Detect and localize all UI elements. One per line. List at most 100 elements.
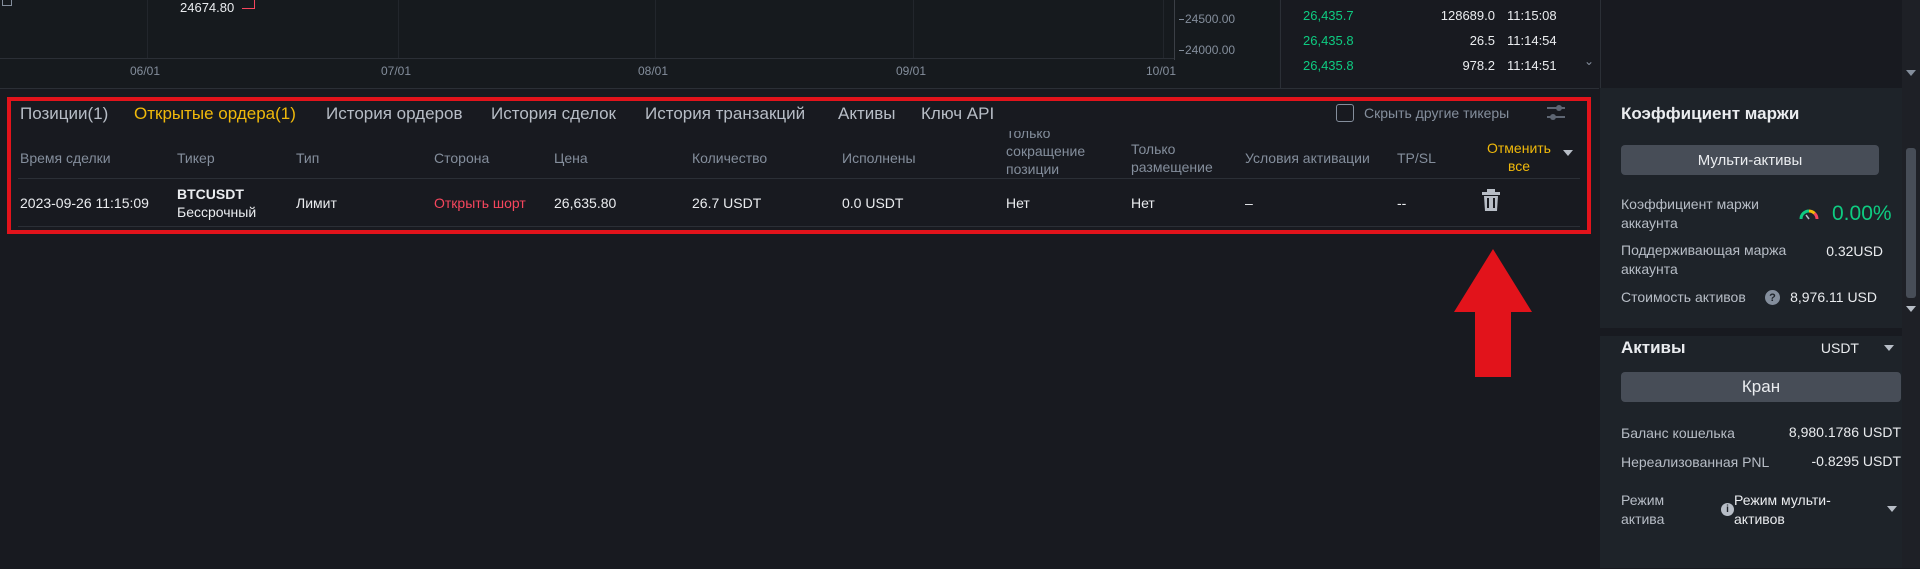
order-tpsl: -- bbox=[1397, 195, 1407, 211]
tab-open-orders[interactable]: Открытые ордера(1) bbox=[134, 104, 296, 124]
header-reduce-only: Только сокращение позиции bbox=[1006, 131, 1085, 178]
settings-sliders-icon[interactable] bbox=[1545, 102, 1567, 124]
trade-row: 26,435.8 26.5 11:14:54 bbox=[1281, 29, 1600, 53]
assets-currency-select[interactable]: USDT bbox=[1821, 340, 1859, 356]
order-trigger: – bbox=[1245, 195, 1253, 211]
trash-icon[interactable] bbox=[1481, 189, 1501, 211]
scrollbar[interactable] bbox=[1902, 0, 1920, 88]
unrealized-pnl-value: -0.8295 USDT bbox=[1811, 453, 1901, 469]
header-price: Цена bbox=[554, 150, 588, 166]
x-tick-label: 09/01 bbox=[896, 64, 927, 78]
y-tick-mark bbox=[1179, 19, 1184, 20]
section-divider bbox=[1600, 328, 1902, 336]
order-contract-type: Бессрочный bbox=[177, 204, 257, 220]
info-icon[interactable]: i bbox=[1721, 503, 1734, 516]
order-ticker[interactable]: BTCUSDT bbox=[177, 185, 244, 203]
header-time: Время сделки bbox=[20, 150, 111, 166]
header-reduce-only-line: позиции bbox=[1006, 161, 1060, 177]
tab-positions[interactable]: Позиции(1) bbox=[20, 104, 108, 124]
tab-api-key[interactable]: Ключ API bbox=[921, 104, 994, 124]
trade-price: 26,435.8 bbox=[1303, 58, 1354, 73]
chevron-down-icon[interactable] bbox=[1884, 345, 1894, 351]
x-tick-label: 08/01 bbox=[638, 64, 669, 78]
grid-line bbox=[1163, 0, 1164, 58]
cancel-all-button[interactable]: Отменить все bbox=[1484, 139, 1554, 175]
order-post-only: Нет bbox=[1131, 195, 1155, 211]
chart-checkbox-icon[interactable] bbox=[2, 0, 12, 6]
order-side: Открыть шорт bbox=[434, 195, 526, 211]
order-reduce-only: Нет bbox=[1006, 195, 1030, 211]
unrealized-pnl-label: Нереализованная PNL bbox=[1621, 454, 1770, 470]
header-post-only: Только размещение bbox=[1131, 140, 1213, 176]
tab-transaction-history[interactable]: История транзакций bbox=[645, 104, 805, 124]
price-marker-line bbox=[242, 8, 254, 9]
chevron-down-icon[interactable] bbox=[1887, 506, 1897, 512]
cancel-all-line: Отменить bbox=[1487, 140, 1551, 156]
label-line: Режим bbox=[1621, 492, 1665, 508]
chevron-down-icon[interactable] bbox=[1563, 150, 1573, 156]
x-tick-label: 10/01 bbox=[1146, 64, 1177, 78]
hide-other-tickers-label: Скрыть другие тикеры bbox=[1364, 105, 1510, 121]
maintenance-margin-value: 0.32USD bbox=[1826, 243, 1883, 259]
chart-baseline bbox=[0, 58, 1174, 59]
header-type: Тип bbox=[296, 150, 320, 166]
trade-price: 26,435.7 bbox=[1303, 8, 1354, 23]
order-price: 26,635.80 bbox=[554, 195, 617, 211]
tab-order-history[interactable]: История ордеров bbox=[326, 104, 462, 124]
grid-line bbox=[147, 0, 148, 58]
header-quantity: Количество bbox=[692, 150, 768, 166]
multi-assets-button[interactable]: Мульти-активы bbox=[1621, 145, 1879, 175]
trade-time: 11:14:54 bbox=[1507, 33, 1557, 48]
margin-ratio-title: Коэффициент маржи bbox=[1621, 104, 1800, 123]
asset-mode-select[interactable]: Режим мульти- активов bbox=[1734, 491, 1831, 529]
chevron-down-icon[interactable]: ⌄ bbox=[1584, 54, 1594, 68]
order-time: 2023-09-26 11:15:09 bbox=[20, 195, 149, 211]
faucet-button[interactable]: Кран bbox=[1621, 372, 1901, 402]
y-tick-label: 24500.00 bbox=[1185, 12, 1236, 26]
wallet-balance-value: 8,980.1786 USDT bbox=[1788, 424, 1901, 440]
order-type: Лимит bbox=[296, 195, 337, 211]
wallet-balance-label: Баланс кошелька bbox=[1621, 425, 1735, 441]
header-reduce-only-line: Только bbox=[1006, 131, 1051, 141]
trade-time: 11:15:08 bbox=[1507, 8, 1557, 23]
y-tick-label: 24000.00 bbox=[1185, 43, 1236, 57]
grid-line bbox=[913, 0, 914, 58]
info-icon[interactable]: ? bbox=[1765, 290, 1780, 305]
mode-value-line: Режим мульти- bbox=[1734, 492, 1831, 508]
tab-trade-history[interactable]: История сделок bbox=[491, 104, 616, 124]
divider bbox=[18, 226, 1580, 227]
account-margin-ratio-value: 0.00% bbox=[1832, 202, 1892, 225]
price-marker-tick bbox=[254, 0, 255, 9]
price-chart[interactable]: 24674.80 06/01 07/01 08/01 09/01 10/01 2… bbox=[0, 0, 1279, 88]
trade-row: 26,435.7 128689.0 11:15:08 bbox=[1281, 4, 1600, 28]
x-tick-label: 06/01 bbox=[130, 64, 161, 78]
arrow-up-icon bbox=[1454, 249, 1532, 377]
order-filled: 0.0 USDT bbox=[842, 195, 904, 211]
assets-title: Активы bbox=[1621, 338, 1686, 357]
label-line: актива bbox=[1621, 511, 1665, 527]
chart-price-label: 24674.80 bbox=[180, 0, 235, 15]
scrollbar-thumb[interactable] bbox=[1906, 148, 1916, 298]
tab-assets[interactable]: Активы bbox=[838, 104, 896, 124]
hide-other-tickers-checkbox[interactable] bbox=[1336, 104, 1354, 122]
scroll-down-icon[interactable] bbox=[1906, 70, 1916, 76]
asset-mode-label: Режим актива bbox=[1621, 491, 1664, 529]
scroll-down-icon[interactable] bbox=[1906, 306, 1916, 312]
maintenance-margin-label: Поддерживающая маржа аккаунта bbox=[1621, 241, 1786, 279]
header-post-only-line: размещение bbox=[1131, 159, 1213, 175]
grid-line bbox=[398, 0, 399, 58]
trade-price: 26,435.8 bbox=[1303, 33, 1354, 48]
trade-qty: 26.5 bbox=[1469, 33, 1495, 48]
label-line: аккаунта bbox=[1621, 215, 1678, 231]
label-line: Коэффициент маржи bbox=[1621, 196, 1759, 212]
x-tick-label: 07/01 bbox=[381, 64, 412, 78]
label-line: аккаунта bbox=[1621, 261, 1678, 277]
trade-qty: 978.2 bbox=[1462, 58, 1495, 73]
y-tick-mark bbox=[1179, 50, 1184, 51]
trade-qty: 128689.0 bbox=[1440, 8, 1495, 23]
header-post-only-line: Только bbox=[1131, 141, 1176, 157]
header-tpsl: TP/SL bbox=[1397, 150, 1436, 166]
header-side: Сторона bbox=[434, 150, 490, 166]
trade-row: 26,435.8 978.2 11:14:51 bbox=[1281, 54, 1600, 78]
mode-value-line: активов bbox=[1734, 511, 1785, 527]
